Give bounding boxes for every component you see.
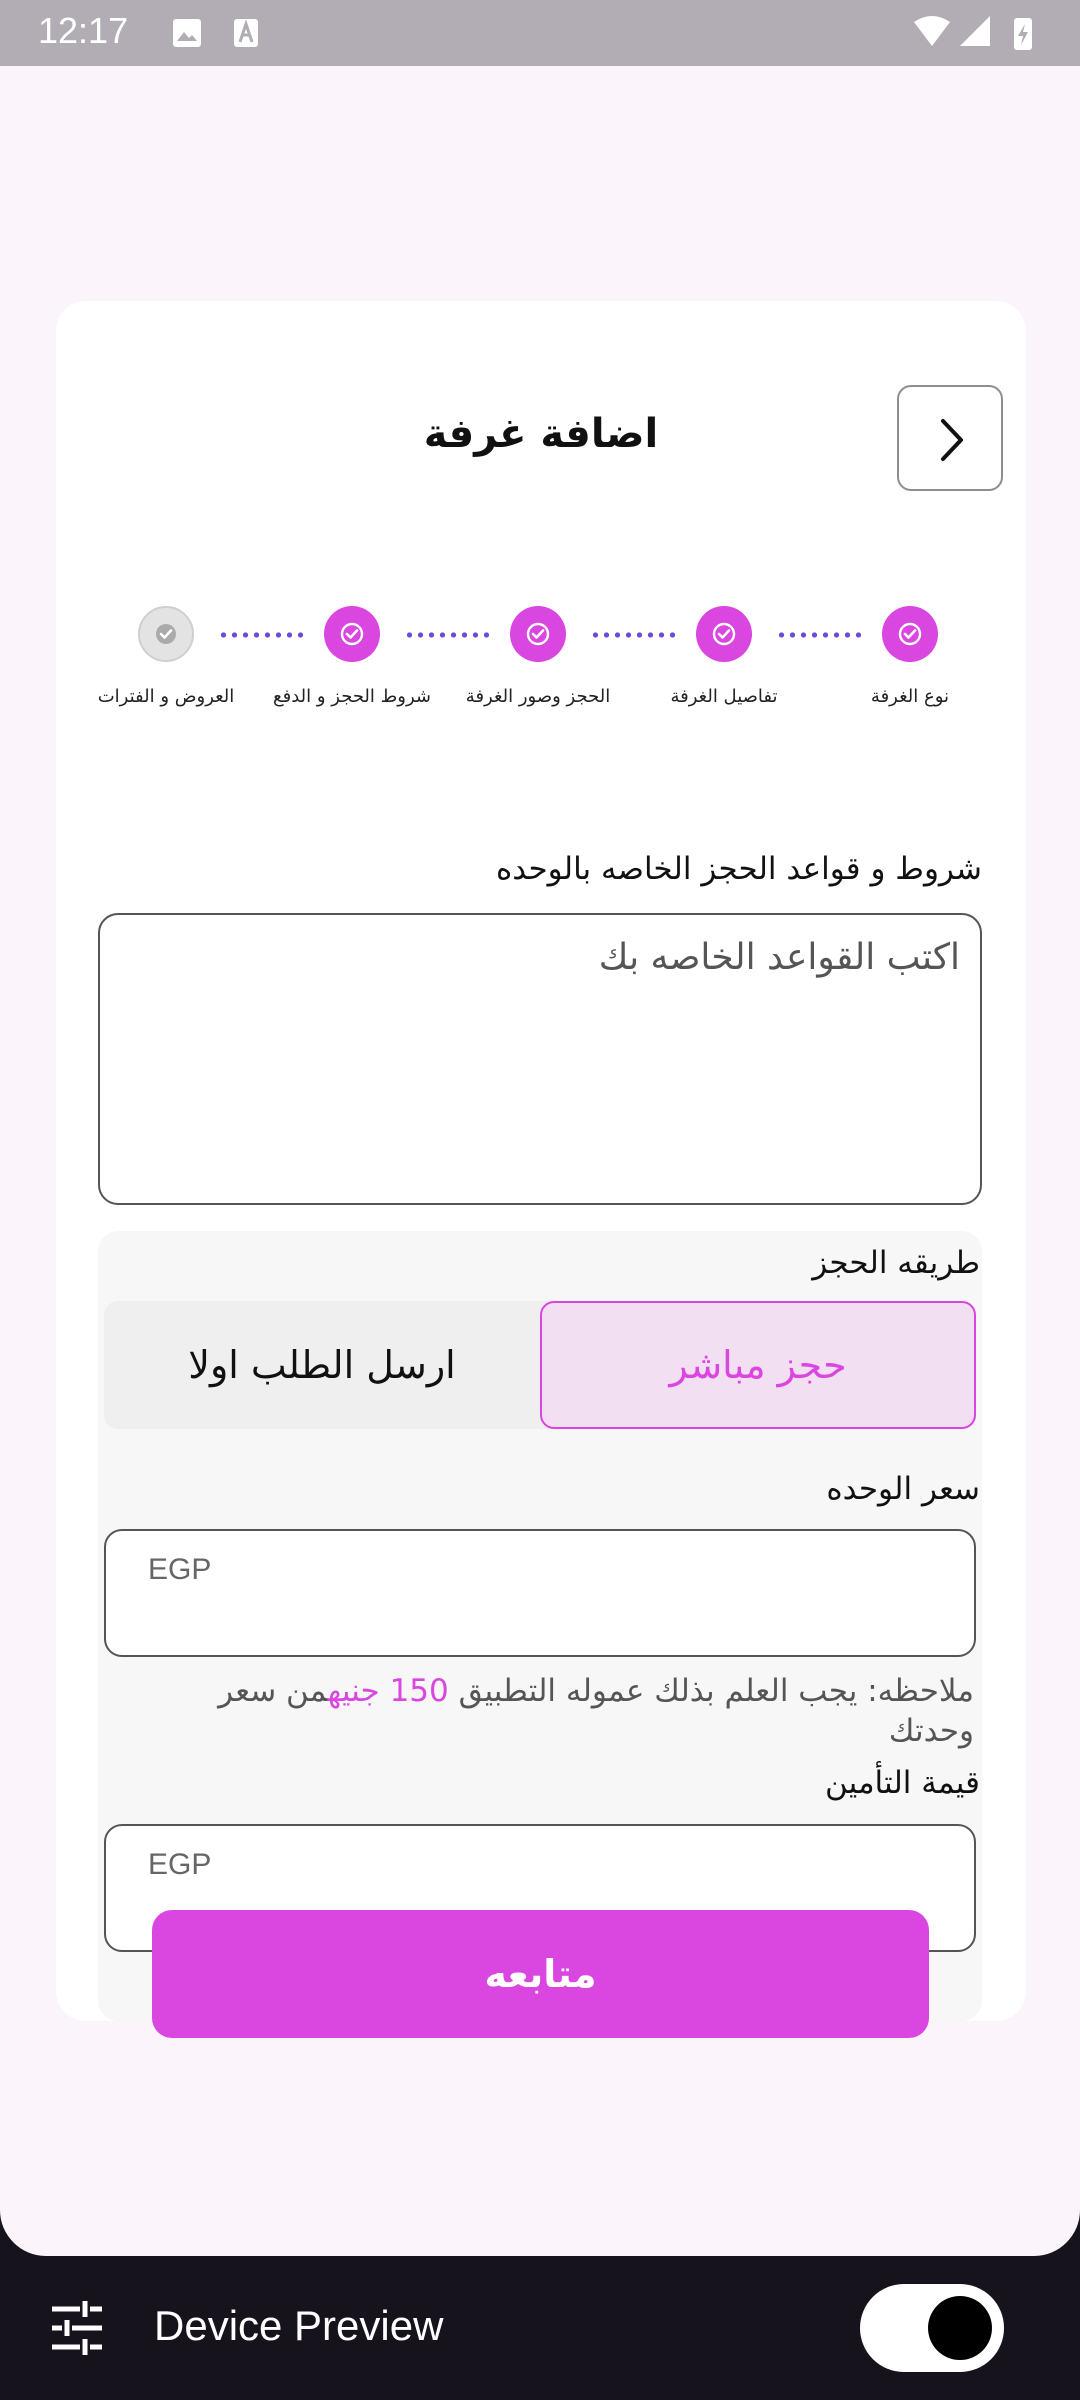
device-preview-bar: Device Preview [0, 2256, 1080, 2400]
booking-panel: طريقه الحجز حجز مباشر ارسل الطلب اولا سع… [98, 1231, 982, 2021]
step-label: الحجز وصور الغرفة [465, 686, 611, 707]
note-prefix: ملاحظه: يجب العلم بذلك عموله التطبيق [448, 1673, 974, 1709]
step-connector [218, 632, 306, 638]
unit-price-input[interactable]: EGP [104, 1529, 976, 1657]
check-icon [712, 622, 736, 646]
booking-method-label: طريقه الحجز [812, 1245, 980, 1281]
device-preview-switch[interactable] [860, 2284, 1004, 2372]
deposit-placeholder: EGP [148, 1848, 212, 1881]
unit-price-placeholder: EGP [148, 1553, 212, 1586]
check-icon [526, 622, 550, 646]
page-title: اضافة غرفة [423, 411, 659, 457]
request-first-option[interactable]: ارسل الطلب اولا [104, 1301, 540, 1429]
deposit-label: قيمة التأمين [825, 1765, 980, 1801]
status-indicators-icon [914, 16, 1032, 50]
check-icon [898, 622, 922, 646]
step-connector [404, 632, 492, 638]
commission-amount: 150 جنيه [327, 1673, 449, 1709]
device-preview-label: Device Preview [154, 2302, 444, 2349]
step-booking-photos [510, 606, 566, 662]
image-notification-icon [173, 19, 201, 47]
rules-placeholder: اكتب القواعد الخاصه بك [598, 937, 960, 978]
step-room-details [696, 606, 752, 662]
status-bar: 12:17 [0, 0, 1080, 66]
progress-stepper: نوع الغرفة تفاصيل الغرفة الحجز وصور الغر… [56, 606, 1026, 716]
step-connector [590, 632, 678, 638]
status-time: 12:17 [38, 10, 129, 51]
continue-button[interactable]: متابعه [152, 1910, 929, 2038]
step-offers-periods [138, 606, 194, 662]
step-label: شروط الحجز و الدفع [273, 686, 431, 707]
step-label: تفاصيل الغرفة [670, 686, 778, 707]
rules-label: شروط و قواعد الحجز الخاصه بالوحده [495, 851, 982, 887]
step-room-type [882, 606, 938, 662]
switch-knob [928, 2296, 992, 2360]
font-notification-icon [234, 19, 258, 47]
booking-method-toggle: حجز مباشر ارسل الطلب اولا [104, 1301, 976, 1429]
check-icon [156, 624, 176, 644]
check-icon [340, 622, 364, 646]
tune-icon[interactable] [50, 2301, 104, 2355]
step-label: نوع الغرفة [870, 686, 950, 707]
step-terms-payment [324, 606, 380, 662]
step-label: العروض و الفترات [97, 686, 235, 707]
unit-price-label: سعر الوحده [826, 1471, 980, 1507]
direct-booking-option[interactable]: حجز مباشر [540, 1301, 976, 1429]
rules-textarea[interactable]: اكتب القواعد الخاصه بك [98, 913, 982, 1205]
step-connector [776, 632, 864, 638]
add-room-card: اضافة غرفة نوع الغرفة تفاصيل الغرفة الحج… [56, 301, 1026, 2038]
commission-note: ملاحظه: يجب العلم بذلك عموله التطبيق 150… [132, 1671, 974, 1751]
app-screen: اضافة غرفة نوع الغرفة تفاصيل الغرفة الحج… [0, 66, 1080, 2256]
